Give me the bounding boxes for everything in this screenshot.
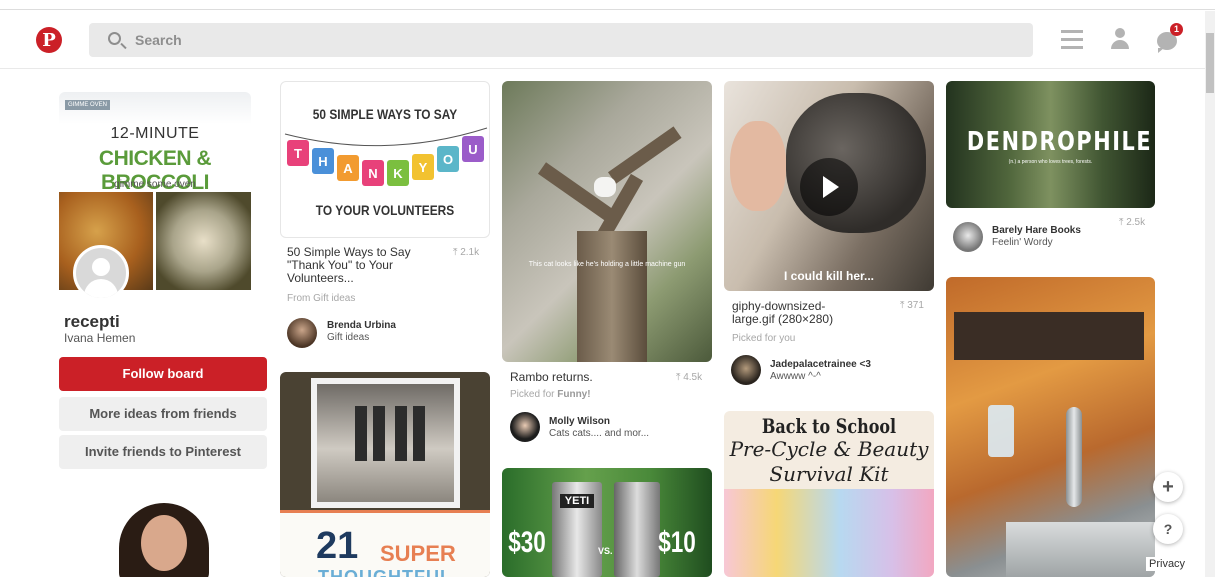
user-avatar[interactable] [731, 355, 761, 385]
video-caption: I could kill her... [783, 269, 875, 283]
help-button[interactable]: ? [1153, 514, 1183, 544]
banner-number: 21 [316, 525, 359, 567]
privacy-link[interactable]: Privacy [1146, 557, 1189, 571]
user-avatar[interactable] [953, 222, 983, 252]
tag-letter-h: H [312, 148, 334, 174]
cover-food-photo-right [156, 192, 251, 290]
tag-letter-o: O [437, 146, 459, 172]
tag-letter-t: T [287, 140, 309, 166]
pin-image-thank-you[interactable]: 50 SIMPLE WAYS TO SAY THANKYOU TO YOUR V… [280, 81, 490, 238]
versus-label: VS. [598, 546, 613, 556]
play-icon[interactable] [800, 158, 858, 216]
pin-image-dendrophile[interactable]: DENDROPHILE (n.) a person who loves tree… [946, 81, 1155, 208]
menu-icon[interactable] [1061, 30, 1083, 50]
pinner-board[interactable]: Gift ideas [327, 332, 369, 343]
repin-count: ⤒ 2.1k [453, 247, 480, 258]
repin-count: ⤒ 2.5k [1119, 217, 1146, 228]
forest-title: DENDROPHILE [966, 127, 1153, 157]
add-pin-button[interactable]: + [1153, 472, 1183, 502]
header-bar: P 1 [0, 11, 1205, 69]
browser-top-edge [0, 0, 1215, 10]
banner-word-super: SUPER [380, 541, 456, 566]
more-ideas-button[interactable]: More ideas from friends [59, 397, 267, 431]
cover-badge: GIMME OVEN [65, 100, 111, 110]
search-icon [108, 32, 121, 45]
repin-count: ⤒ 4.5k [676, 372, 703, 383]
user-avatar[interactable] [510, 412, 540, 442]
school-title-line2: Pre-Cycle & Beauty [729, 437, 929, 461]
pinner-board[interactable]: Cats cats.... and mor... [549, 428, 649, 439]
picked-for-label: Picked for Funny! [510, 389, 591, 400]
tag-letter-y: Y [412, 154, 434, 180]
thanks-title-bottom: TO YOUR VOLUNTEERS [315, 202, 455, 218]
pin-image-woman[interactable] [59, 493, 268, 577]
picked-for-label: Picked for you [732, 333, 796, 344]
school-title-line1: Back to School [761, 414, 897, 438]
pin-image-tree-cat[interactable]: This cat looks like he's holding a littl… [502, 81, 712, 362]
notification-badge: 1 [1170, 23, 1183, 36]
board-owner-name[interactable]: Ivana Hemen [64, 331, 135, 345]
pin-image-candles[interactable]: 21 SUPER THOUGHTFUL [280, 372, 490, 577]
pin-image-back-to-school[interactable]: Back to School Pre-Cycle & Beauty Surviv… [724, 411, 934, 577]
follow-board-button[interactable]: Follow board [59, 357, 267, 391]
pinner-name[interactable]: Jadepalacetrainee <3 [770, 359, 871, 370]
search-input[interactable] [135, 30, 995, 50]
cat-in-tree [594, 177, 616, 197]
user-avatar[interactable] [287, 318, 317, 348]
pin-source[interactable]: From Gift ideas [287, 293, 355, 304]
pin-description[interactable]: 50 Simple Ways to Say "Thank You" to You… [287, 246, 437, 285]
repin-count: ⤒ 371 [900, 300, 924, 311]
cover-title-line3: gimme some oven [114, 179, 196, 190]
pin-description[interactable]: Rambo returns. [510, 371, 593, 384]
price-left: $30 [508, 526, 546, 559]
pin-image-cat-sink[interactable] [946, 277, 1155, 577]
pinterest-logo-icon[interactable]: P [36, 27, 62, 53]
board-title[interactable]: recepti [64, 312, 120, 332]
pinner-name[interactable]: Brenda Urbina [327, 320, 396, 331]
pinner-name[interactable]: Barely Hare Books [992, 225, 1081, 236]
price-right: $10 [658, 526, 696, 559]
pinner-board[interactable]: Awwww ^-^ [770, 371, 821, 382]
pinner-name[interactable]: Molly Wilson [549, 416, 610, 427]
tag-letter-a: A [337, 155, 359, 181]
pin-description[interactable]: giphy-downsized-large.gif (280×280) [732, 300, 852, 326]
profile-icon[interactable] [1110, 28, 1130, 50]
cover-title-line1: 12-MINUTE [110, 125, 200, 142]
pinner-board[interactable]: Feelin' Wordy [992, 237, 1053, 248]
pin-image-tumblers[interactable]: YETI $30 VS. $10 [502, 468, 712, 577]
cup-brand-label: YETI [560, 494, 594, 508]
tag-letter-k: K [387, 160, 409, 186]
forest-subtitle: (n.) a person who loves trees, forests. [1008, 159, 1093, 165]
board-owner-avatar[interactable] [73, 245, 129, 301]
scroll-thumb[interactable] [1206, 33, 1214, 93]
school-title-line3: Survival Kit [769, 462, 889, 486]
page-scrollbar[interactable] [1205, 11, 1215, 577]
banner-word-thoughtful: THOUGHTFUL [318, 567, 452, 577]
search-bar[interactable] [89, 23, 1033, 57]
invite-friends-button[interactable]: Invite friends to Pinterest [59, 435, 267, 469]
tag-letter-u: U [462, 136, 484, 162]
image-caption: This cat looks like he's holding a littl… [528, 261, 686, 268]
tag-letter-n: N [362, 160, 384, 186]
pin-image-cat-video[interactable]: I could kill her... [724, 81, 934, 291]
